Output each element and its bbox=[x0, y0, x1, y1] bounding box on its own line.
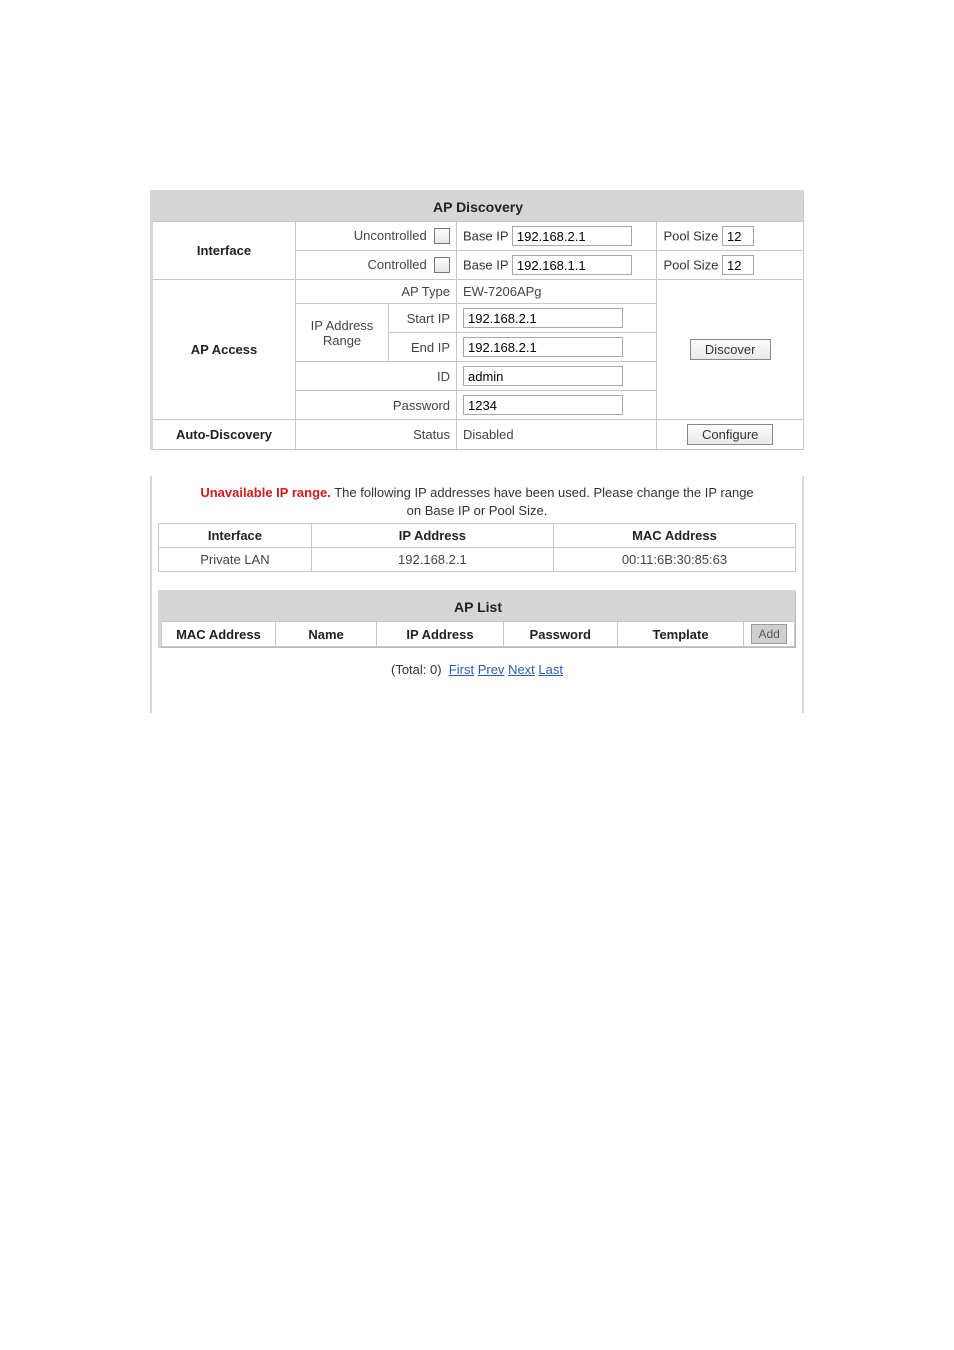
start-ip-input[interactable] bbox=[463, 308, 623, 328]
start-ip-cell bbox=[457, 304, 657, 333]
start-ip-label: Start IP bbox=[389, 304, 457, 333]
controlled-row: Controlled bbox=[296, 251, 457, 280]
password-input[interactable] bbox=[463, 395, 623, 415]
warning-message: Unavailable IP range. The following IP a… bbox=[158, 480, 796, 523]
controlled-label: Controlled bbox=[368, 257, 427, 272]
id-input[interactable] bbox=[463, 366, 623, 386]
id-label: ID bbox=[296, 362, 457, 391]
ap-list-table: MAC Address Name IP Address Password Tem… bbox=[161, 621, 795, 647]
uncontrolled-baseip-cell: Base IP bbox=[457, 222, 657, 251]
used-row: Private LAN 192.168.2.1 00:11:6B:30:85:6… bbox=[159, 548, 796, 572]
uncontrolled-pool-input[interactable] bbox=[722, 226, 754, 246]
discover-button[interactable]: Discover bbox=[690, 339, 771, 360]
aplist-header-add-cell: Add bbox=[744, 622, 795, 647]
end-ip-input[interactable] bbox=[463, 337, 623, 357]
uncontrolled-checkbox[interactable] bbox=[434, 228, 450, 244]
ap-list-title: AP List bbox=[161, 593, 795, 621]
warning-text: The following IP addresses have been use… bbox=[331, 485, 754, 518]
used-mac: 00:11:6B:30:85:63 bbox=[553, 548, 795, 572]
uncontrolled-label: Uncontrolled bbox=[354, 228, 427, 243]
used-ip: 192.168.2.1 bbox=[311, 548, 553, 572]
ap-discovery-title: AP Discovery bbox=[152, 192, 804, 222]
pager-first[interactable]: First bbox=[449, 662, 474, 677]
uncontrolled-pool-cell: Pool Size bbox=[657, 222, 804, 251]
pool-size-label: Pool Size bbox=[663, 229, 718, 244]
used-interface: Private LAN bbox=[159, 548, 312, 572]
status-label: Status bbox=[296, 420, 457, 450]
used-header-interface: Interface bbox=[159, 524, 312, 548]
aplist-header-ip: IP Address bbox=[377, 622, 504, 647]
ap-list-panel: AP List MAC Address Name IP Address Pass… bbox=[158, 590, 796, 648]
ap-access-label: AP Access bbox=[152, 280, 296, 420]
password-cell bbox=[457, 391, 657, 420]
configure-cell: Configure bbox=[657, 420, 804, 450]
pager-next[interactable]: Next bbox=[508, 662, 535, 677]
pager-prev[interactable]: Prev bbox=[478, 662, 505, 677]
auto-discovery-label: Auto-Discovery bbox=[152, 420, 296, 450]
ip-range-label: IP Address Range bbox=[296, 304, 389, 362]
pager: (Total: 0) First Prev Next Last bbox=[158, 648, 796, 683]
controlled-checkbox[interactable] bbox=[434, 257, 450, 273]
interface-label: Interface bbox=[152, 222, 296, 280]
configure-button[interactable]: Configure bbox=[687, 424, 773, 445]
controlled-baseip-cell: Base IP bbox=[457, 251, 657, 280]
used-header-mac: MAC Address bbox=[553, 524, 795, 548]
warning-title: Unavailable IP range. bbox=[200, 485, 331, 500]
end-ip-cell bbox=[457, 333, 657, 362]
password-label: Password bbox=[296, 391, 457, 420]
status-value: Disabled bbox=[457, 420, 657, 450]
end-ip-label: End IP bbox=[389, 333, 457, 362]
aplist-header-mac: MAC Address bbox=[162, 622, 276, 647]
base-ip-label: Base IP bbox=[463, 229, 508, 244]
aplist-header-template: Template bbox=[617, 622, 744, 647]
pager-last[interactable]: Last bbox=[538, 662, 563, 677]
ap-type-label: AP Type bbox=[296, 280, 457, 304]
aplist-header-password: Password bbox=[503, 622, 617, 647]
ap-type-value: EW-7206APg bbox=[457, 280, 657, 304]
discover-cell: Discover bbox=[657, 280, 804, 420]
pager-total: (Total: 0) bbox=[391, 662, 442, 677]
pool-size-label-2: Pool Size bbox=[663, 258, 718, 273]
id-cell bbox=[457, 362, 657, 391]
add-button[interactable]: Add bbox=[751, 624, 786, 644]
controlled-pool-cell: Pool Size bbox=[657, 251, 804, 280]
controlled-baseip-input[interactable] bbox=[512, 255, 632, 275]
ap-discovery-panel: AP Discovery Interface Uncontrolled Base… bbox=[150, 190, 804, 450]
uncontrolled-baseip-input[interactable] bbox=[512, 226, 632, 246]
controlled-pool-input[interactable] bbox=[722, 255, 754, 275]
used-ip-table: Interface IP Address MAC Address Private… bbox=[158, 523, 796, 572]
used-header-ip: IP Address bbox=[311, 524, 553, 548]
uncontrolled-row: Uncontrolled bbox=[296, 222, 457, 251]
results-section: Unavailable IP range. The following IP a… bbox=[150, 476, 804, 713]
base-ip-label-2: Base IP bbox=[463, 258, 508, 273]
aplist-header-name: Name bbox=[275, 622, 376, 647]
